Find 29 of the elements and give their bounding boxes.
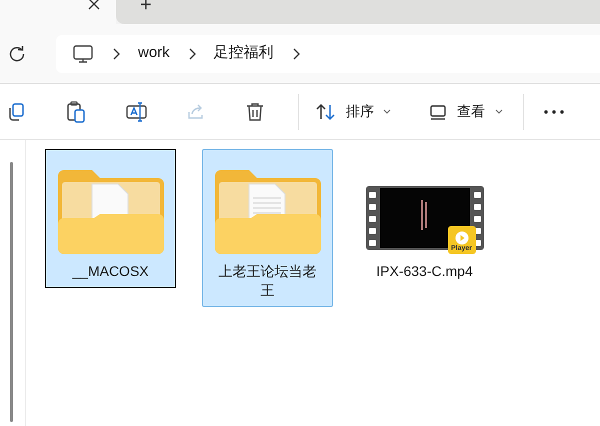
scrollbar[interactable] — [10, 162, 13, 422]
computer-icon — [72, 42, 94, 64]
view-button[interactable]: 查看 — [429, 101, 503, 122]
folder-item[interactable]: 上老王论坛当老王 — [202, 149, 333, 307]
play-icon — [454, 231, 468, 245]
file-name: IPX-633-C.mp4 — [375, 262, 474, 281]
more-icon[interactable] — [544, 110, 564, 114]
refresh-icon[interactable] — [8, 44, 26, 62]
close-icon[interactable] — [88, 0, 100, 10]
sort-button[interactable]: 排序 — [315, 101, 391, 122]
rename-icon[interactable] — [126, 102, 148, 122]
breadcrumb-item[interactable]: 足控福利 — [214, 42, 274, 65]
video-thumbnail-icon — [366, 186, 484, 250]
chevron-down-icon — [495, 109, 503, 114]
paste-icon[interactable] — [66, 100, 86, 122]
folder-icon — [58, 168, 164, 254]
address-bar[interactable]: work 足控福利 — [56, 34, 600, 72]
folder-item[interactable]: __MACOSX — [45, 149, 176, 288]
delete-icon[interactable] — [246, 102, 264, 122]
file-name: __MACOSX — [71, 262, 150, 281]
chevron-right-icon[interactable] — [188, 48, 196, 60]
sort-icon — [315, 102, 337, 120]
breadcrumb-item[interactable]: work — [138, 42, 170, 65]
file-name: 上老王论坛当老王 — [218, 262, 318, 300]
chevron-right-icon[interactable] — [112, 48, 120, 60]
folder-icon — [214, 168, 320, 254]
chevron-right-icon[interactable] — [292, 48, 300, 60]
view-icon — [429, 104, 447, 120]
chevron-down-icon — [383, 109, 391, 114]
